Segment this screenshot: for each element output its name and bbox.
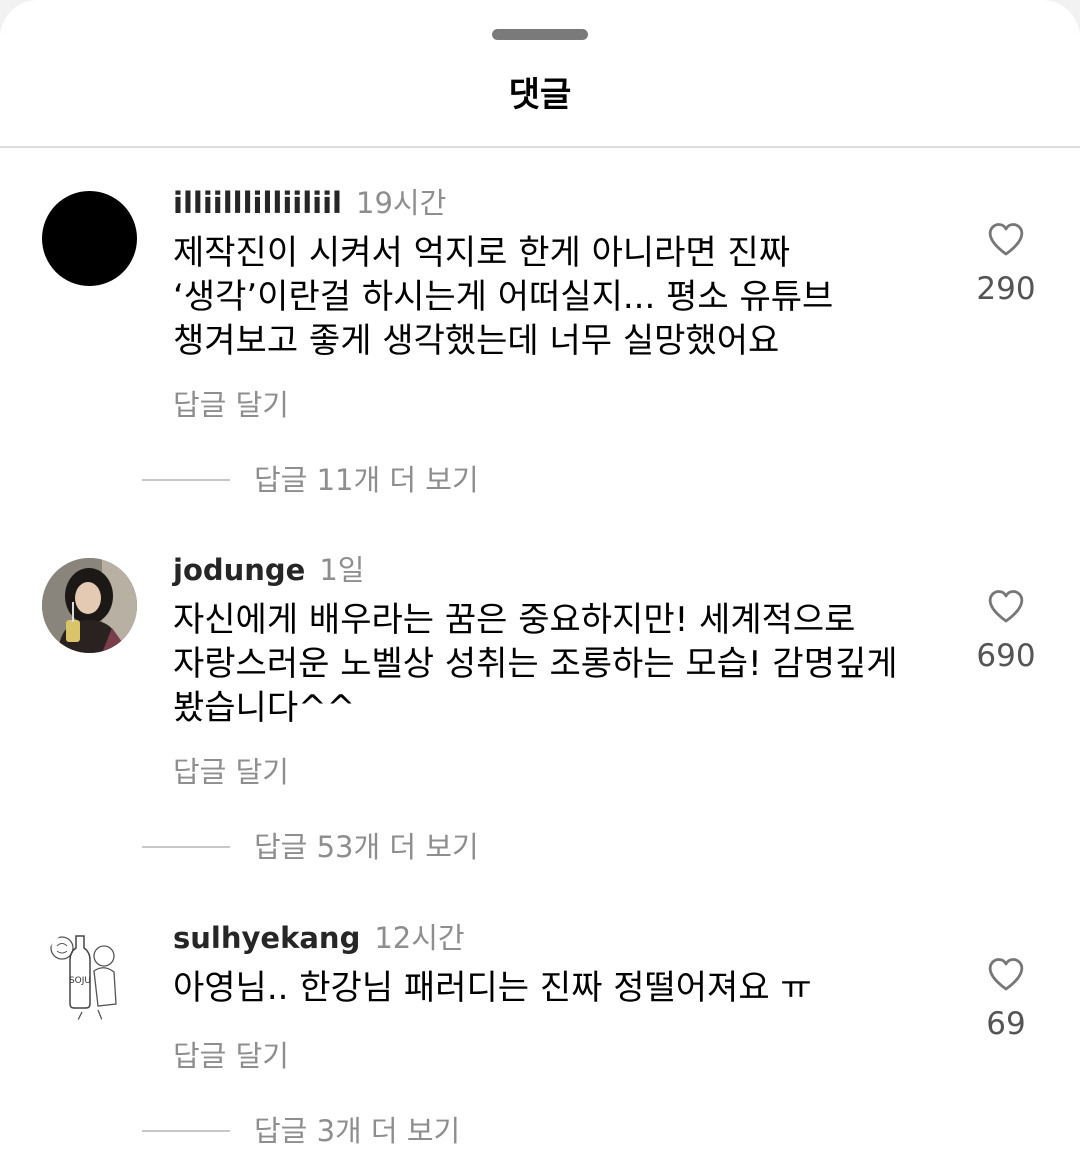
- comment-header: illiilllilliiliil 19시간: [173, 183, 446, 223]
- view-more-replies-label[interactable]: 답글 53개 더 보기: [254, 827, 479, 867]
- avatar[interactable]: [42, 191, 137, 286]
- drag-handle[interactable]: [492, 29, 588, 40]
- like-column: 690: [966, 586, 1046, 674]
- like-count: 69: [986, 1006, 1026, 1042]
- replies-divider-line: [142, 1130, 230, 1132]
- comment-text: 자신에게 배우라는 꿈은 중요하지만! 세계적으로 자랑스러운 노벨상 성취는 …: [173, 600, 898, 728]
- comment-header: sulhyekang 12시간: [173, 918, 465, 958]
- avatar[interactable]: SOJU: [42, 926, 137, 1021]
- username[interactable]: jodunge: [173, 553, 305, 587]
- timestamp: 12시간: [374, 921, 465, 955]
- reply-button[interactable]: 답글 달기: [173, 385, 289, 425]
- reply-button[interactable]: 답글 달기: [173, 752, 289, 792]
- heart-icon[interactable]: [985, 586, 1027, 626]
- username[interactable]: sulhyekang: [173, 921, 360, 955]
- like-count: 690: [976, 638, 1036, 674]
- heart-icon[interactable]: [985, 954, 1027, 994]
- header-divider: [0, 146, 1080, 148]
- username[interactable]: illiilllilliiliil: [173, 186, 342, 220]
- avatar-photo-image: [42, 558, 137, 653]
- comment-text: 제작진이 시켜서 억지로 한게 아니라면 진짜 ‘생각’이란걸 하시는게 어떠실…: [173, 233, 834, 361]
- like-column: 290: [966, 219, 1046, 307]
- comments-sheet: 댓글 illiilllilliiliil 19시간 제작진이 시켜서 억지로 한게…: [0, 0, 1080, 1172]
- timestamp: 1일: [319, 553, 365, 587]
- avatar-sketch-image: SOJU: [50, 935, 117, 1021]
- view-more-replies-label[interactable]: 답글 11개 더 보기: [254, 460, 479, 500]
- like-count: 290: [976, 271, 1036, 307]
- soju-label: SOJU: [69, 976, 91, 986]
- view-more-replies-label[interactable]: 답글 3개 더 보기: [254, 1111, 460, 1151]
- sheet-title: 댓글: [508, 75, 572, 115]
- reply-button[interactable]: 답글 달기: [173, 1036, 289, 1076]
- replies-divider-line: [142, 846, 230, 848]
- timestamp: 19시간: [356, 186, 447, 220]
- comment-text: 아영님.. 한강님 패러디는 진짜 정떨어져요 ㅠ: [173, 968, 812, 1008]
- heart-icon[interactable]: [985, 219, 1027, 259]
- like-column: 69: [966, 954, 1046, 1042]
- replies-divider-line: [142, 479, 230, 481]
- comment-header: jodunge 1일: [173, 550, 364, 590]
- avatar[interactable]: [42, 558, 137, 653]
